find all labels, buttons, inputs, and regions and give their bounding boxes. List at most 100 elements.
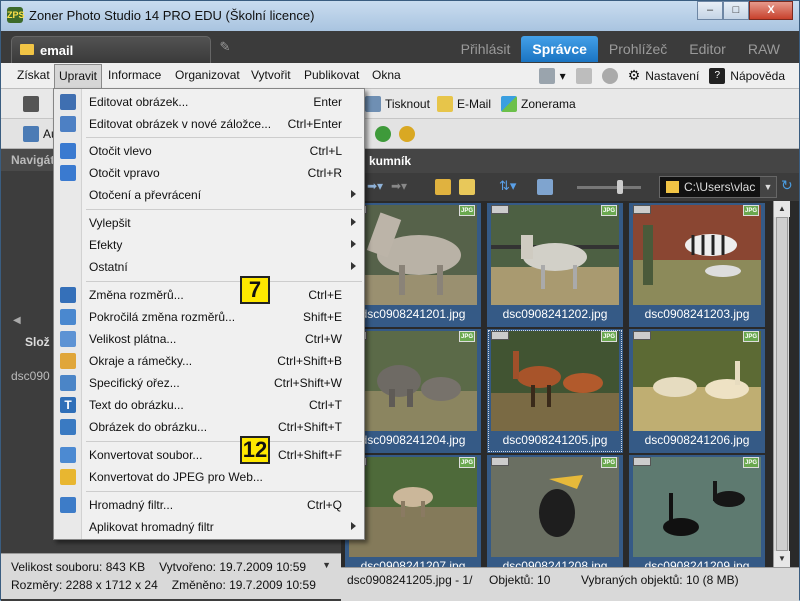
thumbnail-item[interactable]: JPG dsc0908241204.jpg — [345, 329, 481, 453]
mode-login[interactable]: Přihlásit — [450, 36, 522, 62]
view-mode-dropdown[interactable]: ▾ — [538, 67, 566, 84]
menu-informace[interactable]: Informace — [108, 68, 161, 82]
minimize-button[interactable]: – — [697, 1, 723, 20]
thumbnail-item[interactable]: JPG dsc0908241206.jpg — [629, 329, 765, 453]
menu-item-crop[interactable]: Specifický ořez... Ctrl+Shift+W — [54, 372, 364, 394]
menu-item-rotate-left[interactable]: Otočit vlevo Ctrl+L — [54, 140, 364, 162]
back-icon[interactable]: ➡▾ — [367, 179, 383, 193]
edit-menu-dropdown: Editovat obrázek... Enter Editovat obráz… — [53, 88, 365, 540]
submenu-arrow-icon — [351, 190, 356, 198]
tab-row: email ✎ Přihlásit Správce Prohlížeč Edit… — [1, 31, 799, 63]
menu-bar: Získat Upravit Informace Organizovat Vyt… — [1, 63, 799, 89]
maximize-button[interactable]: □ — [723, 1, 749, 20]
zoom-in-icon[interactable] — [375, 126, 391, 142]
menu-upravit[interactable]: Upravit — [54, 64, 103, 88]
print-button[interactable]: Tisknout — [365, 96, 430, 112]
mode-viewer[interactable]: Prohlížeč — [598, 36, 678, 62]
menu-vytvorit[interactable]: Vytvořit — [251, 68, 291, 82]
menu-separator — [86, 281, 362, 282]
thumbnail-item[interactable]: JPG dsc0908241207.jpg — [345, 455, 481, 567]
menu-okna[interactable]: Okna — [372, 68, 401, 82]
message-icon[interactable] — [575, 67, 592, 84]
thumbnail-item[interactable]: JPG dsc0908241202.jpg — [487, 203, 623, 327]
forward-icon[interactable]: ➡▾ — [391, 179, 407, 193]
edit-image-icon — [60, 94, 76, 110]
view-grid-icon[interactable] — [537, 179, 553, 195]
path-dropdown-icon[interactable]: ▼ — [760, 177, 776, 197]
path-field[interactable]: C:\Users\vlac ▼ — [659, 176, 777, 198]
thumbnail-item[interactable]: JPG dsc0908241205.jpg — [487, 329, 623, 453]
jpg-badge: JPG — [743, 205, 759, 216]
vertical-scrollbar[interactable]: ▲ ▼ — [773, 201, 790, 567]
menu-item-edit-image[interactable]: Editovat obrázek... Enter — [54, 91, 364, 113]
document-tab[interactable]: email — [11, 36, 211, 63]
menu-publikovat[interactable]: Publikovat — [304, 68, 359, 82]
thumbnail-caption: dsc0908241203.jpg — [644, 307, 750, 321]
menu-item-borders[interactable]: Okraje a rámečky... Ctrl+Shift+B — [54, 350, 364, 372]
scroll-thumb[interactable] — [776, 217, 788, 551]
rotate-right-icon — [60, 165, 76, 181]
menu-ziskat[interactable]: Získat — [17, 68, 50, 82]
file-created: Vytvořeno: 19.7.2009 10:59 — [159, 560, 307, 574]
menu-item-other[interactable]: Ostatní — [54, 256, 364, 278]
jpg-badge: JPG — [459, 205, 475, 216]
path-text: C:\Users\vlac — [684, 180, 756, 194]
mode-raw[interactable]: RAW — [737, 36, 791, 62]
menu-item-convert-jpeg[interactable]: Konvertovat do JPEG pro Web... — [54, 466, 364, 488]
zonerama-button[interactable]: Zonerama — [501, 96, 576, 112]
menu-organizovat[interactable]: Organizovat — [175, 68, 240, 82]
mode-editor[interactable]: Editor — [678, 36, 737, 62]
scroll-down-icon[interactable]: ▼ — [774, 551, 790, 567]
thumbnail-size-slider[interactable] — [577, 180, 641, 194]
menu-item-text[interactable]: T Text do obrázku... Ctrl+T — [54, 394, 364, 416]
help-button[interactable]: ? Nápověda — [709, 67, 785, 84]
thumbnail-item[interactable]: JPG dsc0908241203.jpg — [629, 203, 765, 327]
image-in-image-icon — [60, 419, 76, 435]
refresh-icon[interactable]: ↻ — [781, 177, 793, 194]
menu-item-canvas-size[interactable]: Velikost plátna... Ctrl+W — [54, 328, 364, 350]
folder-up-icon[interactable] — [435, 179, 451, 195]
scroll-up-icon[interactable]: ▲ — [774, 201, 790, 217]
thumbnail-item[interactable]: JPG dsc0908241208.jpg — [487, 455, 623, 567]
left-file-label: dsc090 — [11, 369, 50, 383]
thumbnail-image — [491, 205, 619, 305]
new-tab-icon[interactable]: ✎ — [214, 39, 236, 59]
user-icon[interactable] — [601, 67, 618, 84]
menu-item-convert[interactable]: Konvertovat soubor... Ctrl+Shift+F — [54, 444, 364, 466]
menu-item-enhance[interactable]: Vylepšit — [54, 212, 364, 234]
menu-item-image-in-image[interactable]: Obrázek do obrázku... Ctrl+Shift+T — [54, 416, 364, 438]
app-logo-icon: ZPS — [7, 7, 25, 23]
gear-icon: ⚙ — [627, 67, 641, 83]
email-button[interactable]: E-Mail — [437, 96, 491, 112]
mode-switcher: Přihlásit Správce Prohlížeč Editor RAW — [450, 36, 791, 62]
thumbnail-item[interactable]: JPG dsc0908241209.jpg — [629, 455, 765, 567]
settings-button[interactable]: ⚙ Nastavení — [628, 67, 700, 84]
auto-icon — [23, 126, 39, 142]
scroll-left-icon[interactable]: ◀ — [13, 315, 21, 326]
slider-knob[interactable] — [617, 180, 623, 194]
menu-item-apply-batch-filter[interactable]: Aplikovat hromadný filtr — [54, 516, 364, 538]
thumbnail-image — [491, 331, 619, 431]
printer-icon — [365, 96, 381, 112]
mode-manager[interactable]: Správce — [521, 36, 598, 62]
info-badge-icon — [491, 331, 509, 340]
locate-icon[interactable] — [399, 126, 415, 142]
jpg-badge: JPG — [459, 331, 475, 342]
advanced-resize-icon — [60, 309, 76, 325]
close-button[interactable]: X — [749, 1, 793, 20]
camera-icon[interactable] — [23, 96, 39, 112]
menu-item-rotate-flip[interactable]: Otočení a převrácení — [54, 184, 364, 206]
thumbnail-item[interactable]: JPG dsc0908241201.jpg — [345, 203, 481, 327]
edit-new-tab-icon — [60, 116, 76, 132]
menu-item-edit-new-tab[interactable]: Editovat obrázek v nové záložce... Ctrl+… — [54, 113, 364, 135]
favorites-icon[interactable] — [459, 179, 475, 195]
info-dropdown-icon[interactable]: ▼ — [322, 560, 331, 570]
canvas-size-icon — [60, 331, 76, 347]
menu-item-advanced-resize[interactable]: Pokročilá změna rozměrů... Shift+E — [54, 306, 364, 328]
menu-item-batch-filter[interactable]: Hromadný filtr... Ctrl+Q — [54, 494, 364, 516]
menu-item-resize[interactable]: Změna rozměrů... Ctrl+E — [54, 284, 364, 306]
menu-item-rotate-right[interactable]: Otočit vpravo Ctrl+R — [54, 162, 364, 184]
menu-item-effects[interactable]: Efekty — [54, 234, 364, 256]
browser-panel: kumník ➡▾ ➡▾ ⇅▾ C:\Users\vlac ▼ ↻ JPG ds… — [341, 149, 799, 601]
sort-icon[interactable]: ⇅▾ — [499, 178, 516, 194]
